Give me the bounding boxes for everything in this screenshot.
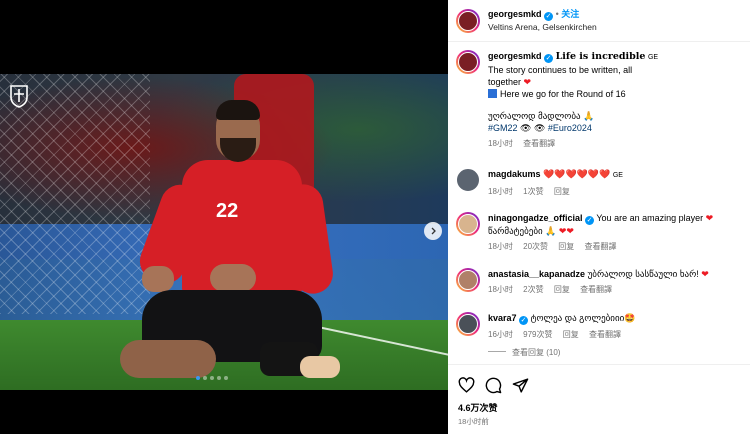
- caption-username[interactable]: georgesmkd: [488, 51, 542, 61]
- follow-button[interactable]: 关注: [561, 9, 579, 19]
- avatar[interactable]: [456, 312, 480, 336]
- reply-button[interactable]: 回复: [558, 242, 574, 251]
- comment-likes[interactable]: 20次赞: [523, 242, 548, 251]
- share-icon[interactable]: [512, 377, 529, 394]
- post-panel: georgesmkd ✓ • 关注 Veltins Arena, Gelsenk…: [448, 0, 750, 434]
- flag-emoji-icon: [488, 89, 497, 98]
- comment-text: წარმატებები 🙏: [488, 226, 557, 236]
- avatar[interactable]: [456, 50, 480, 74]
- comment-likes[interactable]: 1次赞: [523, 187, 543, 196]
- avatar[interactable]: [456, 8, 480, 33]
- view-replies-button[interactable]: 查看回复 (10): [512, 348, 560, 357]
- comment-likes[interactable]: 2次赞: [523, 285, 543, 294]
- comment-item: anastasia__kapanadze უბრალოდ სასწაული ხა…: [456, 268, 746, 296]
- translate-link[interactable]: 查看翻譯: [589, 330, 621, 339]
- avatar[interactable]: [456, 212, 480, 236]
- action-bar: 4.6万次赞 18小时前: [448, 364, 750, 427]
- comment-icon[interactable]: [485, 377, 502, 394]
- heart-emoji: ❤: [523, 77, 532, 87]
- heart-emoji: ❤: [705, 213, 714, 223]
- heart-emoji: ❤: [701, 269, 709, 279]
- verified-icon: ✓: [585, 216, 595, 225]
- post-modal: 22 georgesmkd ✓ • 关注 Veltins Arena, Gels…: [0, 0, 750, 434]
- comment-likes[interactable]: 979次赞: [523, 330, 552, 339]
- comment-age: 18小时: [488, 139, 513, 148]
- reply-button[interactable]: 回复: [554, 187, 570, 196]
- heart-emoji: ❤❤: [558, 226, 574, 236]
- verified-icon: ✓: [544, 11, 554, 21]
- caption-georgian: უღრალოდ მადლობა: [488, 111, 581, 121]
- comment-age: 16小时: [488, 330, 513, 339]
- comment-username[interactable]: kvara7: [488, 313, 517, 323]
- georgia-crest-icon: [10, 85, 28, 108]
- verified-icon: ✓: [519, 316, 529, 325]
- caption-line: Here we go for the Round of 16: [500, 89, 626, 99]
- hashtag-link[interactable]: #GM22: [488, 123, 518, 133]
- caption: georgesmkd ✓ Life is incredible GE The s…: [456, 50, 746, 150]
- comment-text: ტოლეა და გოლებიიი🤩: [530, 313, 636, 323]
- comment-item: kvara7 ✓ ტოლეა და გოლებიიი🤩 16小时 979次赞 回…: [456, 312, 746, 359]
- chevron-right-icon: [431, 227, 436, 235]
- hashtag-link[interactable]: #Euro2024: [548, 123, 592, 133]
- location-link[interactable]: Veltins Arena, Gelsenkirchen: [488, 21, 597, 34]
- caption-line: together: [488, 77, 522, 87]
- avatar[interactable]: [456, 268, 480, 292]
- like-count[interactable]: 4.6万次赞: [458, 401, 740, 414]
- post-time: 18小时前: [458, 417, 489, 426]
- carousel-dots: [196, 376, 228, 380]
- post-header: georgesmkd ✓ • 关注 Veltins Arena, Gelsenk…: [448, 0, 750, 42]
- translate-link[interactable]: 查看翻譯: [585, 242, 617, 251]
- comment-age: 18小时: [488, 242, 513, 251]
- next-media-button[interactable]: [424, 222, 442, 240]
- comment-item: ninagongadze_official ✓ You are an amazi…: [456, 212, 746, 253]
- reply-button[interactable]: 回复: [554, 285, 570, 294]
- caption-title: Life is incredible: [555, 51, 646, 62]
- caption-line: The story continues to be written, all: [488, 65, 633, 75]
- comment-username[interactable]: anastasia__kapanadze: [488, 269, 585, 279]
- avatar[interactable]: [456, 168, 480, 192]
- comment-age: 18小时: [488, 187, 513, 196]
- flag-label: GE: [612, 172, 623, 179]
- player-figure: 22: [120, 100, 340, 390]
- comments-list[interactable]: georgesmkd ✓ Life is incredible GE The s…: [448, 42, 750, 364]
- comment-text: You are an amazing player: [596, 213, 704, 223]
- comment-age: 18小时: [488, 285, 513, 294]
- translate-link[interactable]: 查看翻譯: [523, 139, 555, 148]
- translate-link[interactable]: 查看翻譯: [580, 285, 612, 294]
- header-username[interactable]: georgesmkd: [488, 9, 542, 19]
- comment-text: ❤️❤️❤️❤️❤️❤️: [543, 169, 611, 179]
- comment-username[interactable]: ninagongadze_official: [488, 213, 583, 223]
- comment-item: magdakums ❤️❤️❤️❤️❤️❤️ GE 18小时 1次赞 回复: [456, 168, 746, 198]
- media-viewer: 22: [0, 0, 448, 434]
- post-photo[interactable]: 22: [0, 74, 448, 390]
- flag-label: GE: [647, 54, 659, 61]
- replies-divider: [488, 351, 506, 352]
- reply-button[interactable]: 回复: [563, 330, 579, 339]
- verified-icon: ✓: [544, 54, 554, 63]
- jersey-number: 22: [216, 200, 239, 222]
- comment-username[interactable]: magdakums: [488, 169, 541, 179]
- heart-icon[interactable]: [458, 376, 475, 394]
- comment-text: უბრალოდ სასწაული ხარ!: [587, 269, 699, 279]
